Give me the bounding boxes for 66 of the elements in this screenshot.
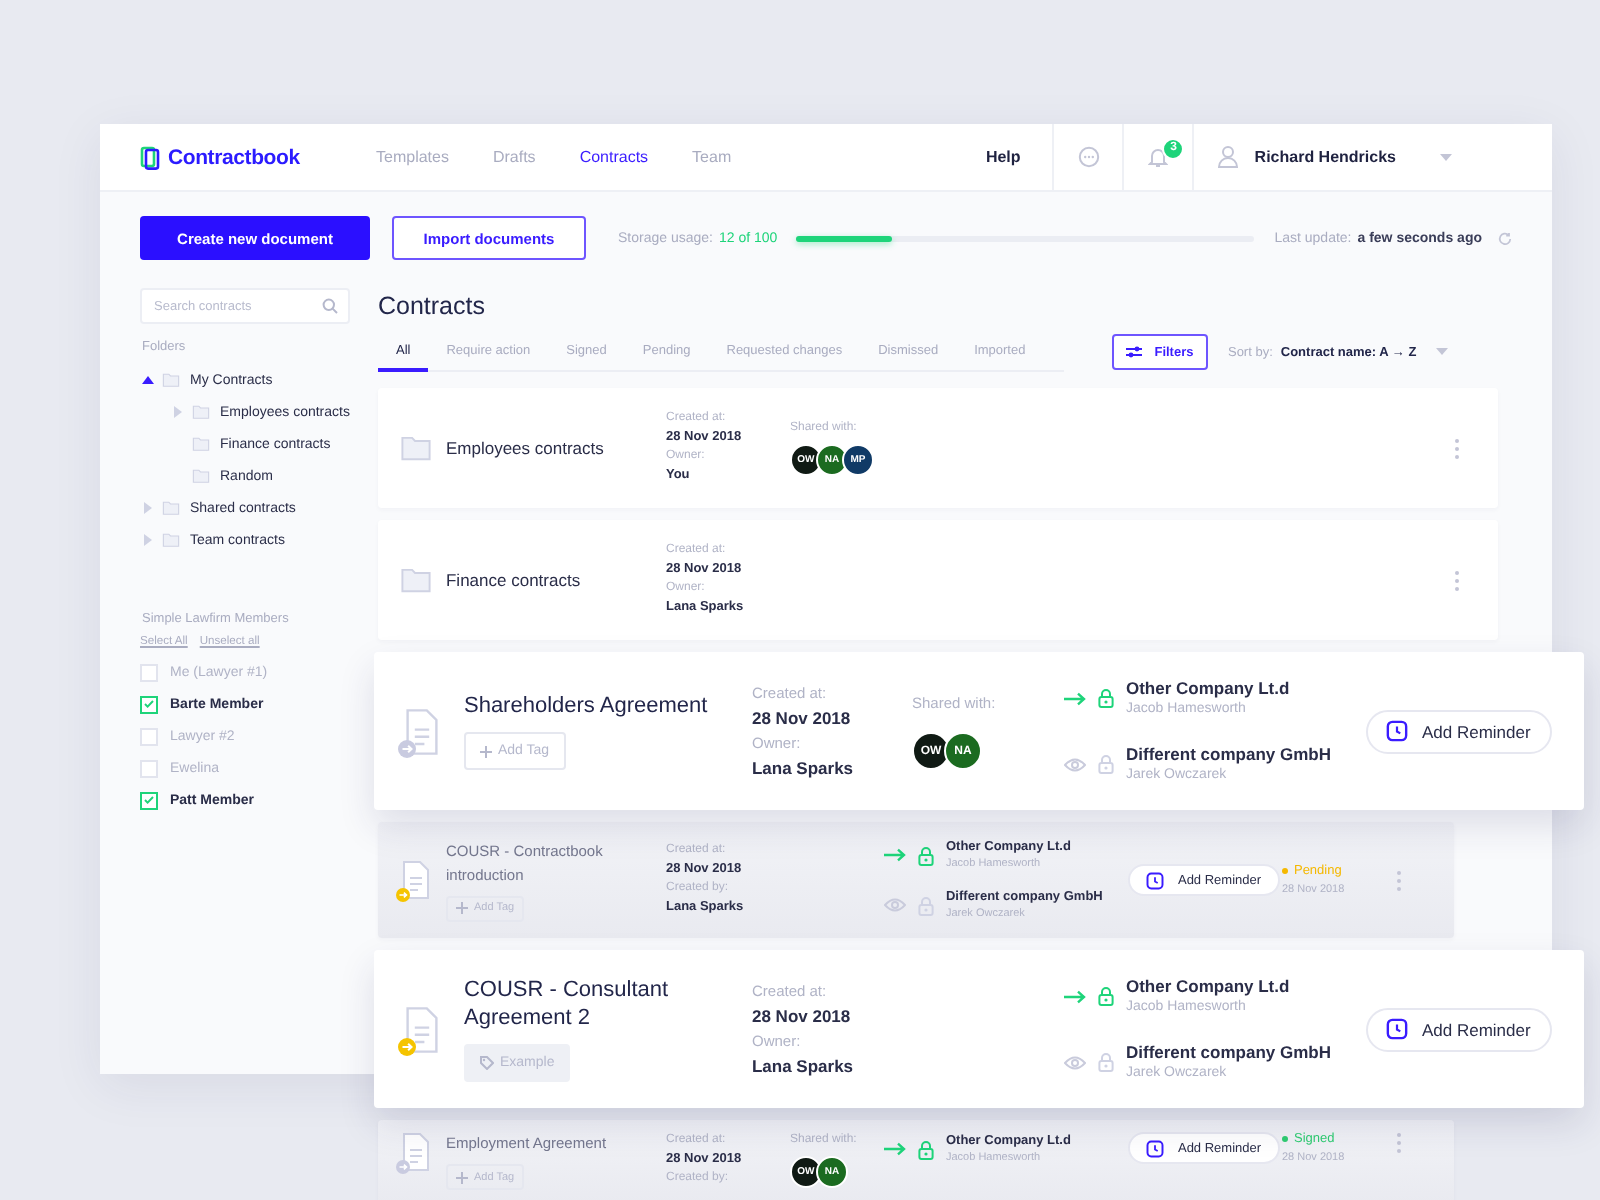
user-icon: [1218, 146, 1239, 168]
company-name: Other Company Lt.d: [1125, 974, 1290, 998]
lock-icon: [1097, 688, 1114, 708]
alarm-clock-icon: [1385, 720, 1408, 742]
contract-title[interactable]: Shareholders Agreement: [463, 692, 708, 720]
caret-right-icon[interactable]: [144, 502, 152, 514]
logo-icon: [140, 145, 160, 169]
plus-icon: [455, 1171, 468, 1183]
lock-icon: [917, 1139, 934, 1159]
alarm-clock-icon: [1145, 871, 1164, 889]
member-checkbox[interactable]: [140, 791, 158, 809]
owner-name: Lana Sparks: [751, 1053, 854, 1079]
user-name[interactable]: Richard Hendricks: [1254, 148, 1396, 166]
tag-icon: [479, 1056, 494, 1070]
plus-icon: [455, 902, 468, 914]
document-icon: [399, 860, 432, 900]
folder-icon: [399, 566, 432, 594]
logo-text: Contractbook: [168, 145, 300, 169]
member-checkbox[interactable]: [140, 695, 158, 713]
arrow-icon: [1063, 691, 1086, 705]
chat-icon[interactable]: [1077, 146, 1100, 168]
alarm-clock-icon: [1145, 1139, 1164, 1157]
eye-icon: [1063, 757, 1086, 771]
lock-icon: [917, 895, 934, 915]
folder-name[interactable]: Employees contracts: [445, 438, 652, 458]
plus-icon: [479, 745, 492, 757]
company-name: Different company GmbH: [1125, 742, 1331, 766]
search-icon: [321, 298, 338, 314]
lock-icon: [1097, 986, 1114, 1006]
created-date: 28 Nov 2018: [751, 1003, 851, 1029]
refresh-icon[interactable]: [1498, 231, 1512, 245]
more-icon[interactable]: [1453, 569, 1460, 591]
alarm-clock-icon: [1385, 1018, 1408, 1040]
created-date: 28 Nov 2018: [751, 705, 851, 731]
caret-icon[interactable]: [1436, 348, 1449, 356]
more-icon[interactable]: [1395, 869, 1402, 891]
lock-icon: [1097, 1052, 1114, 1072]
eye-icon: [1063, 1055, 1086, 1069]
more-icon[interactable]: [1395, 1132, 1402, 1154]
caret-right-icon[interactable]: [174, 406, 182, 418]
eye-icon: [883, 898, 906, 912]
company-name: Different company GmbH: [1125, 1040, 1331, 1064]
company-name: Other Company Lt.d: [1125, 676, 1290, 700]
folder-icon: [399, 434, 432, 462]
arrow-icon: [883, 1142, 906, 1156]
nav-tab[interactable]: Contracts: [557, 148, 671, 166]
lock-icon: [917, 845, 934, 865]
document-icon: [401, 1005, 442, 1053]
caret-up-icon[interactable]: [142, 376, 154, 384]
help-link[interactable]: Help: [953, 148, 1053, 166]
sliders-icon: [1126, 346, 1143, 358]
lock-icon: [1097, 754, 1114, 774]
document-icon: [399, 1132, 432, 1172]
owner-name: Lana Sparks: [751, 755, 854, 781]
arrow-icon: [883, 848, 906, 862]
add-reminder-button[interactable]: Add Reminder: [1365, 709, 1553, 753]
more-icon[interactable]: [1453, 437, 1460, 459]
page-title: Contracts: [377, 290, 487, 320]
arrow-icon: [1063, 989, 1086, 1003]
caret-right-icon[interactable]: [144, 534, 152, 546]
contract-title[interactable]: COUSR - Consultant Agreement 2: [463, 976, 730, 1032]
bell-icon[interactable]: [1148, 146, 1169, 168]
folder-name[interactable]: Finance contracts: [445, 570, 652, 590]
add-reminder-button[interactable]: Add Reminder: [1365, 1007, 1553, 1051]
caret-icon[interactable]: [1440, 153, 1452, 161]
document-icon: [401, 707, 442, 755]
